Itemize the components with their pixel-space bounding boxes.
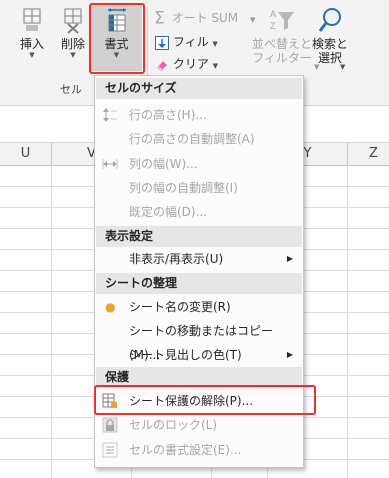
submenu-arrow-icon: ▶	[286, 254, 293, 263]
sort-filter-label-2: フィルター	[252, 51, 312, 65]
menu-item-label: シート見出しの色(T)	[129, 348, 242, 362]
find-select-label-1: 検索と	[311, 37, 348, 51]
chevron-down-icon: ▼	[340, 63, 346, 71]
find-select-button[interactable]: 検索と 選択	[309, 6, 351, 65]
submenu-arrow-icon: ▶	[286, 350, 293, 359]
chevron-down-icon: ▼	[212, 62, 219, 70]
bullet-icon: ●	[105, 300, 116, 314]
sigma-icon: Σ	[154, 8, 165, 29]
format-cells-dialog-icon	[102, 442, 118, 458]
fill-button[interactable]: フィル ▼	[155, 33, 218, 51]
svg-text:A: A	[270, 9, 276, 19]
autosum-button[interactable]: Σ オート SUM ▼	[154, 8, 255, 29]
menu-item-row-height[interactable]: 行の高さ(H)...	[96, 103, 302, 127]
svg-text:Z: Z	[270, 21, 276, 31]
unprotect-sheet-highlight	[94, 385, 316, 415]
row-height-icon	[103, 108, 117, 122]
menu-item-move-copy-sheet[interactable]: シートの移動またはコピー(M)...	[96, 319, 302, 362]
column-width-icon	[102, 159, 118, 169]
insert-cells-icon	[23, 8, 41, 31]
search-icon	[318, 8, 341, 32]
menu-item-label: セルの書式設定(E)...	[129, 443, 242, 457]
menu-item-autofit-column-width[interactable]: 列の幅の自動調整(I)	[96, 176, 302, 200]
insert-button[interactable]: 挿入 ▼	[12, 6, 52, 60]
menu-item-column-width[interactable]: 列の幅(W)...	[96, 152, 302, 176]
column-header-z[interactable]: Z	[348, 143, 389, 165]
delete-button[interactable]: 削除 ▼	[54, 6, 92, 60]
menu-section-visibility: 表示設定	[96, 226, 302, 247]
grid-line	[347, 165, 348, 478]
insert-label: 挿入	[19, 37, 44, 51]
menu-item-label: セルのロック(L)	[129, 418, 218, 432]
clear-button[interactable]: クリア ▼	[155, 55, 218, 73]
fill-label: フィル	[172, 35, 209, 49]
lock-icon	[102, 417, 118, 433]
menu-section-cell-size: セルのサイズ	[96, 78, 302, 99]
menu-item-lock-cell[interactable]: セルのロック(L)	[96, 413, 302, 437]
menu-item-label: 行の高さの自動調整(A)	[129, 132, 255, 146]
delete-label: 削除	[60, 37, 85, 51]
cells-group-label: セル	[60, 83, 82, 96]
eraser-icon	[157, 60, 167, 71]
menu-item-label: 非表示/再表示(U)	[129, 252, 224, 266]
menu-item-label: 既定の幅(D)...	[129, 205, 208, 219]
menu-item-label: 列の幅(W)...	[129, 157, 198, 171]
menu-item-hide-unhide[interactable]: 非表示/再表示(U) ▶	[96, 247, 302, 271]
menu-item-default-width[interactable]: 既定の幅(D)...	[96, 200, 302, 224]
sort-filter-icon: A Z	[270, 9, 294, 31]
clear-label: クリア	[172, 57, 209, 71]
autosum-label: オート SUM	[171, 11, 239, 25]
menu-item-rename-sheet[interactable]: ● シート名の変更(R)	[96, 295, 302, 319]
chevron-down-icon: ▼	[70, 51, 76, 59]
menu-item-label: シート名の変更(R)	[129, 300, 231, 314]
menu-item-format-cells[interactable]: セルの書式設定(E)...	[96, 438, 302, 462]
menu-item-tab-color[interactable]: シート見出しの色(T) ▶	[96, 343, 302, 367]
menu-item-label: 列の幅の自動調整(I)	[129, 181, 238, 195]
format-button-highlight	[89, 3, 145, 74]
menu-item-label: 行の高さ(H)...	[129, 108, 207, 122]
menu-section-organize-sheets: シートの整理	[96, 273, 302, 294]
chevron-down-icon: ▼	[29, 51, 35, 59]
chevron-down-icon: ▼	[212, 40, 218, 48]
fill-down-icon	[155, 35, 169, 50]
sort-filter-label-1: 並べ替えと	[252, 37, 313, 51]
sort-filter-button[interactable]: A Z 並べ替えと フィルター	[252, 6, 312, 65]
delete-cells-icon	[64, 8, 82, 34]
column-header-u[interactable]: U	[0, 143, 52, 165]
grid-line	[51, 165, 52, 478]
menu-item-autofit-row-height[interactable]: 行の高さの自動調整(A)	[96, 127, 302, 151]
